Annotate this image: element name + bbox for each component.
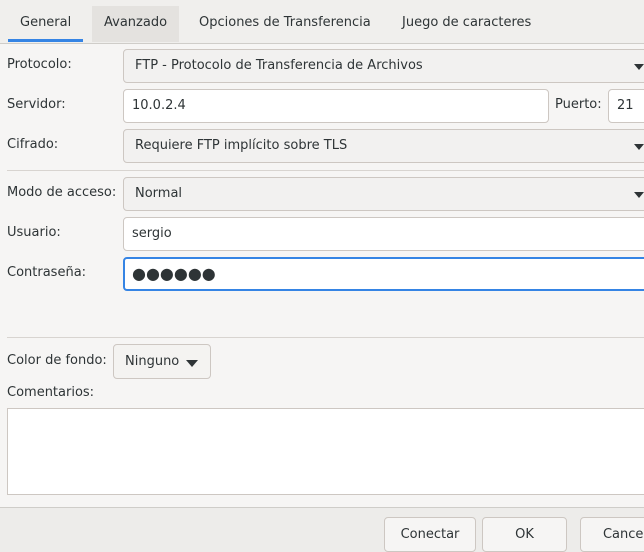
- protocol-label: Protocolo:: [7, 57, 72, 72]
- separator: [7, 337, 644, 338]
- tab-avanzado[interactable]: Avanzado: [92, 6, 180, 42]
- server-input[interactable]: 10.0.2.4: [123, 89, 549, 123]
- separator: [7, 170, 644, 171]
- chevron-down-icon: [634, 50, 644, 82]
- comments-textarea[interactable]: [7, 408, 644, 495]
- tab-general[interactable]: General: [8, 6, 84, 42]
- dialog-footer: Conectar OK Cancel: [0, 507, 644, 552]
- tab-transfer-options[interactable]: Opciones de Transferencia: [187, 6, 383, 42]
- chevron-down-icon: [634, 178, 644, 210]
- chevron-down-icon: [634, 130, 644, 162]
- access-mode-value: Normal: [135, 186, 183, 201]
- access-mode-select[interactable]: Normal: [123, 177, 644, 211]
- user-label: Usuario:: [7, 225, 61, 240]
- port-input[interactable]: 21: [608, 89, 644, 123]
- encryption-value: Requiere FTP implícito sobre TLS: [135, 138, 348, 153]
- caret-down-icon: [186, 360, 198, 367]
- cancel-button[interactable]: Cancel: [580, 517, 644, 552]
- bgcolor-value: Ninguno: [125, 354, 180, 369]
- server-label: Servidor:: [7, 97, 66, 112]
- password-input[interactable]: ●●●●●●: [123, 257, 644, 291]
- tab-bar: General Avanzado Opciones de Transferenc…: [0, 0, 644, 44]
- ok-button[interactable]: OK: [482, 517, 567, 552]
- protocol-select[interactable]: FTP - Protocolo de Transferencia de Arch…: [123, 49, 644, 83]
- comments-label: Comentarios:: [7, 385, 95, 400]
- tab-charset[interactable]: Juego de caracteres: [390, 6, 543, 42]
- bgcolor-dropdown[interactable]: Ninguno: [113, 344, 211, 379]
- encryption-select[interactable]: Requiere FTP implícito sobre TLS: [123, 129, 644, 163]
- encryption-label: Cifrado:: [7, 137, 59, 152]
- password-mask: ●●●●●●: [132, 264, 216, 283]
- access-mode-label: Modo de acceso:: [7, 185, 117, 200]
- protocol-value: FTP - Protocolo de Transferencia de Arch…: [135, 58, 423, 73]
- password-label: Contraseña:: [7, 265, 87, 280]
- user-input[interactable]: sergio: [123, 217, 644, 251]
- bgcolor-label: Color de fondo:: [7, 353, 107, 368]
- connect-button[interactable]: Conectar: [384, 517, 476, 552]
- port-label: Puerto:: [555, 97, 602, 112]
